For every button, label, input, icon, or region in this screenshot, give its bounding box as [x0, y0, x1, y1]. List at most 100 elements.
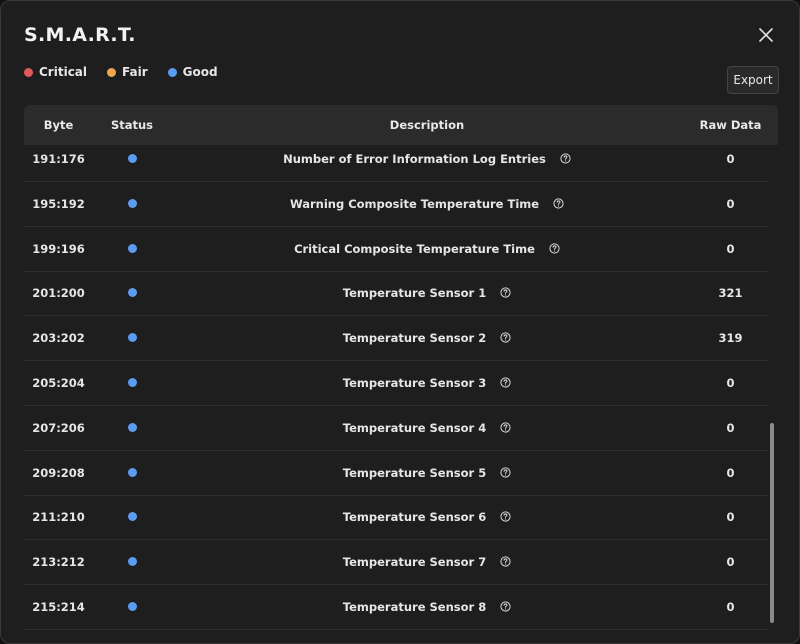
raw-data-cell: 321	[718, 286, 743, 301]
status-dot	[127, 378, 137, 387]
description-cell: Temperature Sensor 7	[171, 540, 683, 585]
legend-fair: Fair	[107, 65, 148, 79]
status-dot	[127, 467, 137, 477]
byte-cell: 211:210	[32, 510, 85, 525]
status-cell	[93, 316, 171, 361]
description-cell: Temperature Sensor 5	[171, 451, 683, 496]
help-icon[interactable]	[500, 287, 511, 298]
byte-cell: 199:196	[32, 241, 85, 256]
smart-dialog: S.M.A.R.T. Critical Fair Good Export Byt…	[0, 0, 800, 644]
description-text: Temperature Sensor 6	[342, 510, 487, 525]
fair-dot	[107, 67, 117, 77]
status-dot	[127, 422, 137, 432]
table-row: 207:206 Temperature Sensor 4 0	[24, 406, 768, 451]
status-cell	[93, 137, 171, 182]
raw-data-cell: 0	[726, 555, 735, 570]
table-row: 211:210 Temperature Sensor 6 0	[24, 495, 768, 541]
table-body: 191:176 Number of Error Information Log …	[24, 137, 768, 643]
close-icon	[759, 28, 773, 42]
help-icon[interactable]	[500, 556, 511, 567]
raw-data-cell: 0	[726, 241, 735, 256]
help-icon[interactable]	[500, 332, 511, 343]
status-cell	[93, 406, 171, 451]
byte-cell: 207:206	[32, 420, 85, 435]
description-cell: Warning Composite Temperature Time	[171, 182, 683, 227]
byte-cell: 195:192	[32, 196, 85, 211]
raw-data-cell: 0	[726, 196, 735, 211]
status-dot	[127, 512, 137, 522]
description-text: Temperature Sensor 5	[342, 465, 487, 480]
description-cell: Temperature Sensor 8	[171, 585, 683, 630]
byte-cell: 215:214	[32, 600, 85, 614]
raw-data-cell: 319	[718, 331, 743, 346]
byte-cell: 213:212	[32, 555, 85, 570]
description-cell: Critical Composite Temperature Time	[171, 227, 683, 272]
description-cell: Temperature Sensor 4	[171, 406, 683, 451]
table-row: 215:214 Temperature Sensor 8 0	[24, 585, 768, 630]
help-icon[interactable]	[500, 422, 511, 433]
description-text: Temperature Sensor 1	[342, 286, 487, 301]
byte-cell: 205:204	[32, 376, 85, 390]
help-icon[interactable]	[500, 467, 511, 478]
legend-label: Fair	[122, 65, 148, 79]
description-text: Temperature Sensor 3	[342, 376, 487, 390]
help-icon[interactable]	[553, 198, 564, 209]
status-cell	[93, 182, 171, 227]
byte-cell: 191:176	[32, 152, 85, 166]
scrollbar-thumb[interactable]	[770, 423, 774, 623]
status-cell	[93, 227, 171, 272]
raw-data-cell: 0	[726, 420, 735, 435]
table-row: 209:208 Temperature Sensor 5 0	[24, 451, 768, 496]
status-dot	[127, 243, 137, 253]
status-cell	[93, 495, 171, 540]
description-cell: Number of Error Information Log Entries	[171, 137, 683, 182]
status-cell	[93, 585, 171, 630]
table-row: 191:176 Number of Error Information Log …	[24, 137, 768, 182]
status-cell	[93, 540, 171, 585]
status-dot	[127, 557, 137, 567]
status-dot	[127, 154, 137, 163]
status-dot	[127, 333, 137, 343]
status-cell	[93, 361, 171, 406]
raw-data-cell: 0	[726, 376, 735, 390]
description-text: Temperature Sensor 8	[342, 600, 487, 614]
description-text: Critical Composite Temperature Time	[294, 241, 535, 256]
legend-label: Good	[182, 65, 218, 79]
help-icon[interactable]	[500, 601, 511, 612]
help-icon[interactable]	[560, 153, 571, 164]
status-cell	[93, 451, 171, 496]
byte-cell: 209:208	[32, 465, 85, 480]
legend-critical: Critical	[24, 65, 87, 79]
raw-data-cell: 0	[726, 600, 735, 614]
raw-data-cell: 0	[726, 510, 735, 525]
byte-cell: 201:200	[32, 286, 85, 301]
dialog-title: S.M.A.R.T.	[24, 24, 136, 46]
critical-dot	[24, 67, 33, 77]
help-icon[interactable]	[549, 243, 560, 254]
table-row: 205:204 Temperature Sensor 3 0	[24, 361, 768, 406]
legend-label: Critical	[39, 65, 88, 79]
description-cell: Temperature Sensor 3	[171, 361, 683, 406]
help-icon[interactable]	[500, 511, 511, 522]
description-cell: Temperature Sensor 2	[171, 316, 683, 361]
status-dot	[127, 198, 137, 208]
description-cell: Temperature Sensor 1	[171, 271, 683, 316]
raw-data-cell: 0	[726, 152, 735, 166]
table-row: 199:196 Critical Composite Temperature T…	[24, 227, 768, 272]
status-dot	[127, 602, 137, 611]
raw-data-cell: 0	[726, 465, 735, 480]
status-legend: Critical Fair Good	[24, 65, 238, 79]
close-button[interactable]	[755, 24, 777, 46]
byte-cell: 203:202	[32, 331, 85, 346]
table-row: 203:202 Temperature Sensor 2 319	[24, 316, 768, 362]
table-row: 195:192 Warning Composite Temperature Ti…	[24, 182, 768, 227]
description-cell: Temperature Sensor 6	[171, 495, 683, 540]
description-text: Warning Composite Temperature Time	[289, 196, 540, 211]
export-button[interactable]: Export	[727, 66, 779, 94]
status-cell	[93, 271, 171, 316]
description-text: Number of Error Information Log Entries	[283, 152, 546, 166]
table-row: 213:212 Temperature Sensor 7 0	[24, 540, 768, 586]
help-icon[interactable]	[500, 377, 511, 388]
description-text: Temperature Sensor 2	[342, 331, 487, 346]
legend-good: Good	[167, 65, 218, 79]
